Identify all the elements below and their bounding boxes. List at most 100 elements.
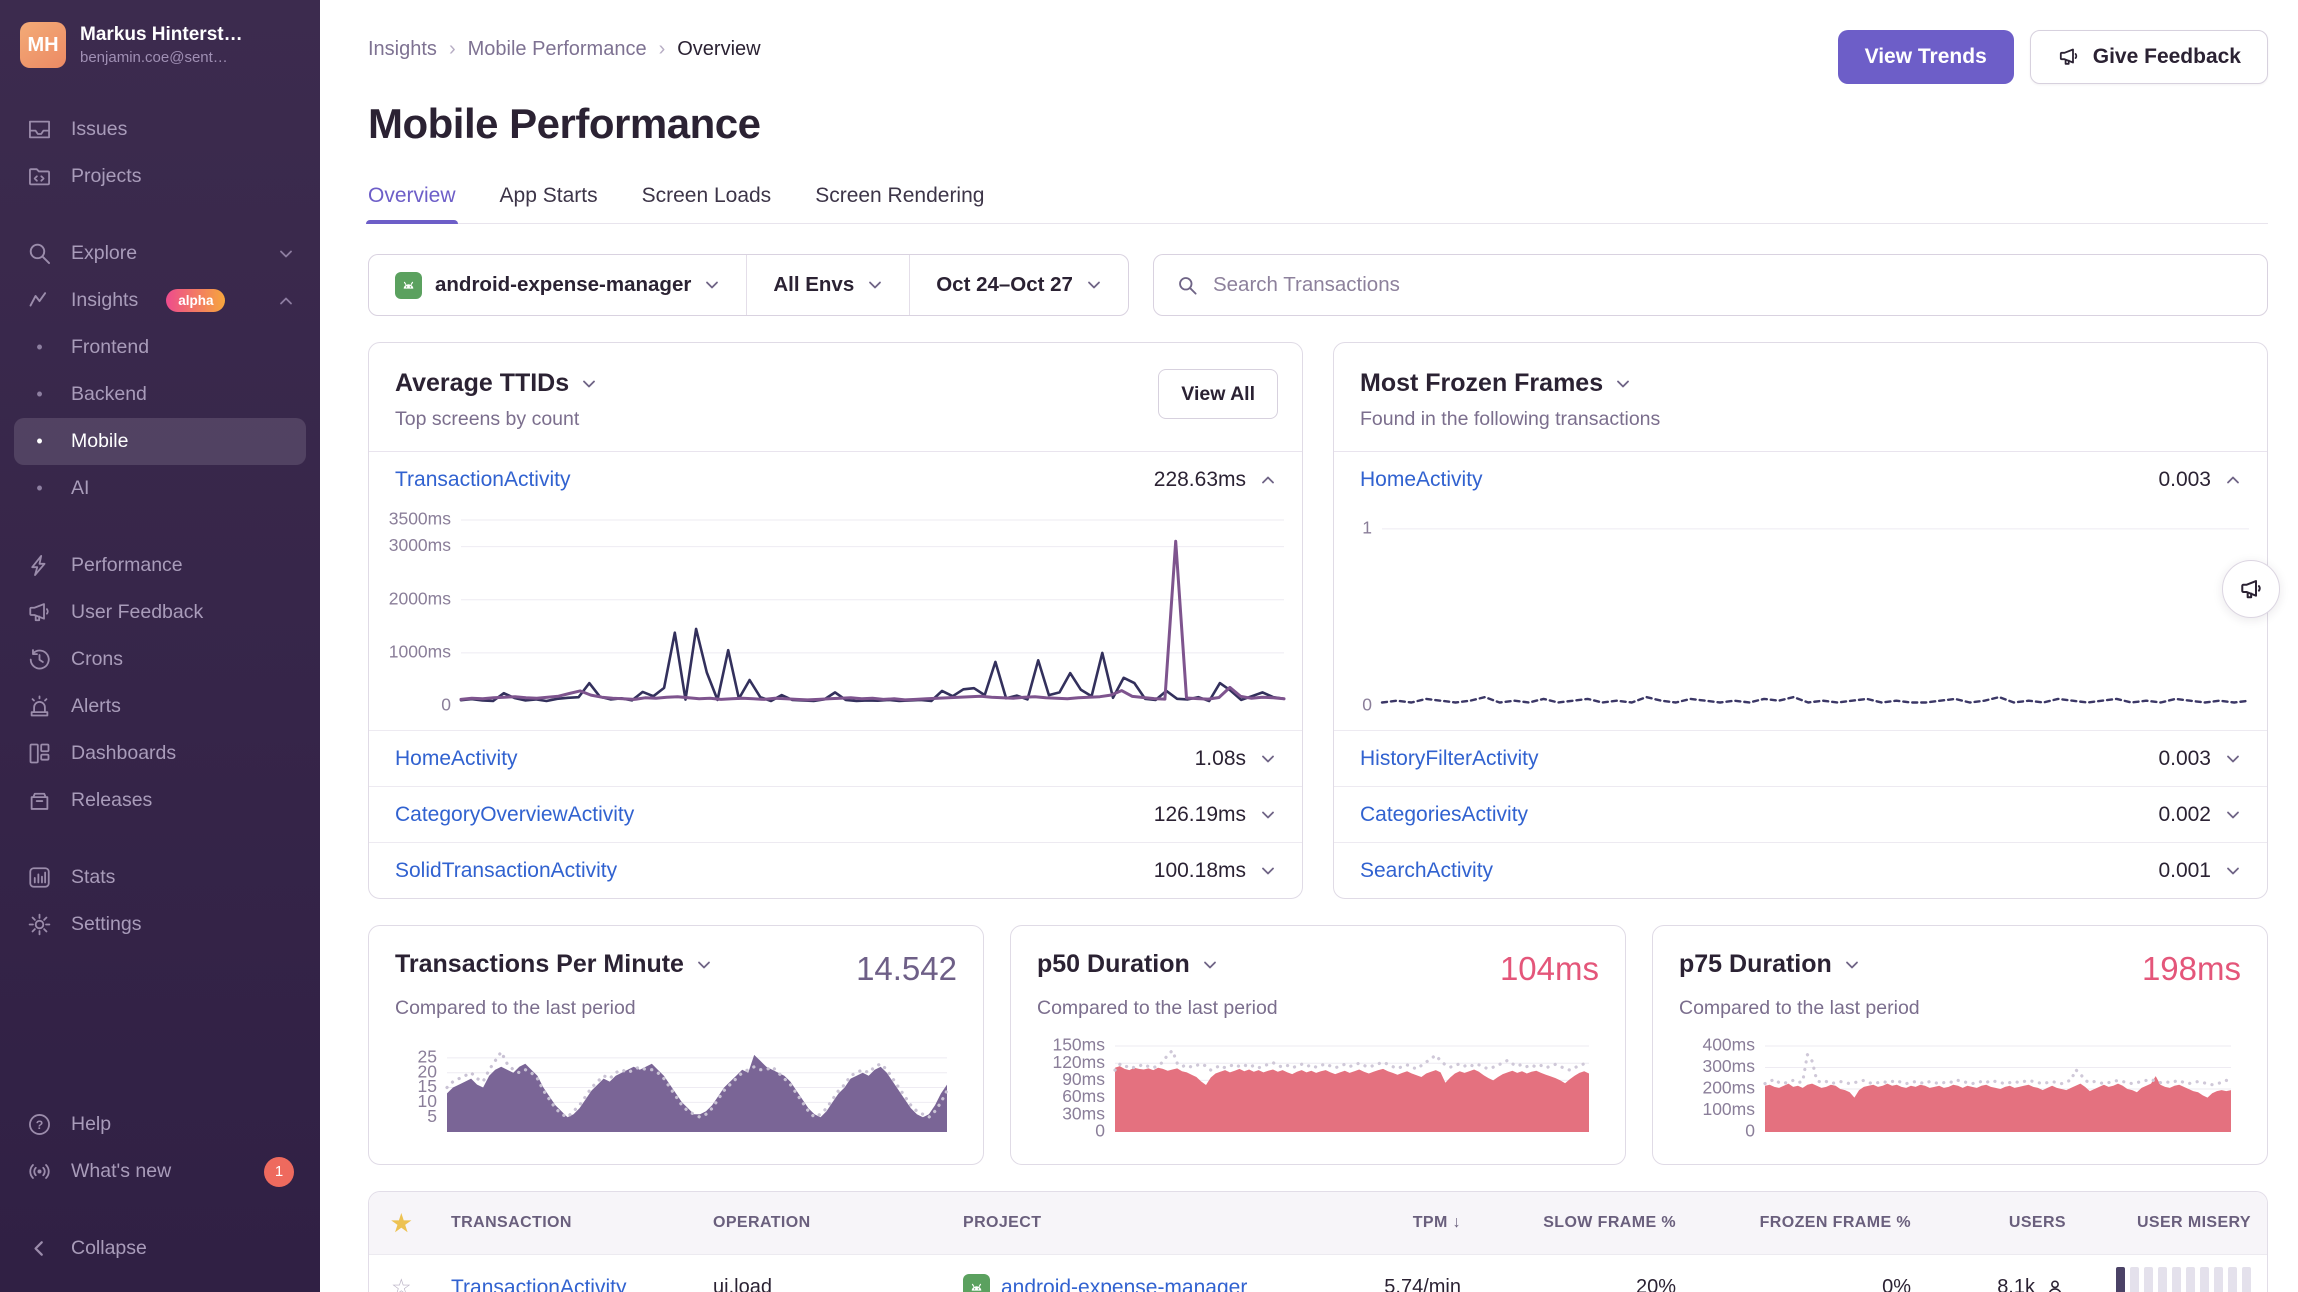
tpm-card-title[interactable]: Transactions Per Minute bbox=[395, 950, 712, 979]
ttid-row-home-activity[interactable]: HomeActivity 1.08s bbox=[369, 730, 1302, 786]
chevron-down-icon[interactable] bbox=[1260, 863, 1276, 879]
transactions-per-minute-card: Transactions Per Minute 14.542 Compared … bbox=[368, 925, 984, 1165]
sidebar-collapse-button[interactable]: Collapse bbox=[14, 1225, 306, 1272]
view-all-button[interactable]: View All bbox=[1158, 369, 1278, 419]
sidebar-footer: ? Help What's new 1 Collapse bbox=[14, 1101, 306, 1272]
p50-card-title[interactable]: p50 Duration bbox=[1037, 950, 1218, 979]
breadcrumb-mobile-performance[interactable]: Mobile Performance bbox=[468, 38, 647, 61]
frozen-row-home-activity[interactable]: HomeActivity 0.003 bbox=[1334, 452, 2267, 508]
most-frozen-frames-title[interactable]: Most Frozen Frames bbox=[1360, 369, 2241, 398]
col-tpm-sort[interactable]: TPM ↓ bbox=[1307, 1214, 1477, 1232]
favorite-star-icon[interactable]: ☆ bbox=[369, 1274, 435, 1292]
projects-icon bbox=[26, 163, 53, 190]
chevron-down-icon bbox=[1844, 957, 1860, 973]
tab-screen-rendering[interactable]: Screen Rendering bbox=[815, 184, 984, 223]
sidebar-item-insights[interactable]: Insights alpha bbox=[14, 277, 306, 324]
sidebar-item-crons[interactable]: Crons bbox=[14, 636, 306, 683]
p50-duration-card: p50 Duration 104ms Compared to the last … bbox=[1010, 925, 1626, 1165]
breadcrumb-overview: Overview bbox=[677, 38, 760, 61]
sidebar-item-whats-new[interactable]: What's new 1 bbox=[14, 1148, 306, 1195]
p50-value: 104ms bbox=[1500, 950, 1599, 988]
floating-feedback-button[interactable] bbox=[2222, 560, 2280, 618]
transaction-link[interactable]: HistoryFilterActivity bbox=[1360, 747, 1539, 771]
average-ttids-panel: Average TTIDs Top screens by count View … bbox=[368, 342, 1303, 899]
sidebar-item-help[interactable]: ? Help bbox=[14, 1101, 306, 1148]
p50-subtitle: Compared to the last period bbox=[1037, 997, 1599, 1020]
tpm-cell: 5.74/min bbox=[1307, 1276, 1477, 1292]
ttid-row-solid-transaction-activity[interactable]: SolidTransactionActivity 100.18ms bbox=[369, 842, 1302, 898]
search-transactions-input[interactable] bbox=[1213, 273, 2245, 297]
transaction-link[interactable]: HomeActivity bbox=[395, 747, 518, 771]
p75-card-title[interactable]: p75 Duration bbox=[1679, 950, 1860, 979]
give-feedback-button[interactable]: Give Feedback bbox=[2030, 30, 2268, 84]
frozen-row-history-filter-activity[interactable]: HistoryFilterActivity 0.003 bbox=[1334, 730, 2267, 786]
sidebar-item-user-feedback[interactable]: User Feedback bbox=[14, 589, 306, 636]
view-trends-button[interactable]: View Trends bbox=[1838, 30, 2014, 84]
breadcrumb-insights[interactable]: Insights bbox=[368, 38, 437, 61]
transaction-link[interactable]: CategoriesActivity bbox=[1360, 803, 1528, 827]
transaction-link[interactable]: SolidTransactionActivity bbox=[395, 859, 617, 883]
sidebar-item-mobile[interactable]: Mobile bbox=[14, 418, 306, 465]
tab-screen-loads[interactable]: Screen Loads bbox=[642, 184, 772, 223]
chevron-down-icon[interactable] bbox=[2225, 751, 2241, 767]
search-icon bbox=[1176, 274, 1199, 297]
sidebar-item-frontend[interactable]: Frontend bbox=[14, 324, 306, 371]
sidebar-item-ai[interactable]: AI bbox=[14, 465, 306, 512]
chevron-down-icon[interactable] bbox=[1260, 807, 1276, 823]
chevron-up-icon[interactable] bbox=[2225, 472, 2241, 488]
transaction-link[interactable]: TransactionActivity bbox=[395, 468, 570, 492]
ttid-row-transaction-activity[interactable]: TransactionActivity 228.63ms bbox=[369, 452, 1302, 508]
user-menu[interactable]: MH Markus Hinterst… benjamin.coe@sent… bbox=[14, 16, 306, 76]
chevron-down-icon[interactable] bbox=[2225, 807, 2241, 823]
svg-text:3500ms: 3500ms bbox=[389, 510, 452, 529]
broadcast-icon bbox=[26, 1158, 53, 1185]
sidebar-item-settings[interactable]: Settings bbox=[14, 901, 306, 948]
users-cell: 8.1k bbox=[1927, 1276, 2082, 1292]
frozen-row-search-activity[interactable]: SearchActivity 0.001 bbox=[1334, 842, 2267, 898]
tpm-subtitle: Compared to the last period bbox=[395, 997, 957, 1020]
tab-overview[interactable]: Overview bbox=[368, 184, 456, 223]
environment-selector[interactable]: All Envs bbox=[747, 255, 910, 315]
sidebar-item-explore[interactable]: Explore bbox=[14, 230, 306, 277]
chevron-down-icon bbox=[704, 277, 720, 293]
date-range-selector[interactable]: Oct 24–Oct 27 bbox=[910, 255, 1128, 315]
frozen-row-categories-activity[interactable]: CategoriesActivity 0.002 bbox=[1334, 786, 2267, 842]
sidebar-item-alerts[interactable]: Alerts bbox=[14, 683, 306, 730]
transaction-link[interactable]: SearchActivity bbox=[1360, 859, 1493, 883]
transaction-link[interactable]: HomeActivity bbox=[1360, 468, 1483, 492]
ttid-row-category-overview-activity[interactable]: CategoryOverviewActivity 126.19ms bbox=[369, 786, 1302, 842]
sidebar-nav: Issues Projects Explore Insights alpha F… bbox=[14, 106, 306, 948]
transaction-link[interactable]: CategoryOverviewActivity bbox=[395, 803, 634, 827]
archive-icon bbox=[26, 787, 53, 814]
p75-value: 198ms bbox=[2142, 950, 2241, 988]
sidebar-item-backend[interactable]: Backend bbox=[14, 371, 306, 418]
chevron-down-icon[interactable] bbox=[2225, 863, 2241, 879]
sidebar-item-projects[interactable]: Projects bbox=[14, 153, 306, 200]
chevron-down-icon[interactable] bbox=[1260, 751, 1276, 767]
chevron-up-icon bbox=[278, 293, 294, 309]
svg-text:0: 0 bbox=[441, 695, 451, 715]
sidebar-item-dashboards[interactable]: Dashboards bbox=[14, 730, 306, 777]
bullet-icon bbox=[26, 337, 53, 358]
issues-icon bbox=[26, 116, 53, 143]
slow-frame-cell: 20% bbox=[1477, 1276, 1692, 1292]
col-users: USERS bbox=[1927, 1214, 2082, 1232]
sidebar-item-stats[interactable]: Stats bbox=[14, 854, 306, 901]
sidebar-item-issues[interactable]: Issues bbox=[14, 106, 306, 153]
chevron-down-icon bbox=[867, 277, 883, 293]
svg-text:90ms: 90ms bbox=[1062, 1069, 1105, 1089]
svg-text:1000ms: 1000ms bbox=[389, 641, 452, 661]
project-link[interactable]: android-expense-manager bbox=[1001, 1276, 1247, 1292]
average-ttids-title[interactable]: Average TTIDs bbox=[395, 369, 1276, 398]
bullet-icon bbox=[26, 384, 53, 405]
bullet-icon bbox=[26, 478, 53, 499]
chevron-up-icon[interactable] bbox=[1260, 472, 1276, 488]
sidebar-item-performance[interactable]: Performance bbox=[14, 542, 306, 589]
siren-icon bbox=[26, 693, 53, 720]
svg-text:60ms: 60ms bbox=[1062, 1086, 1105, 1106]
sidebar-item-releases[interactable]: Releases bbox=[14, 777, 306, 824]
project-selector[interactable]: android-expense-manager bbox=[369, 255, 747, 315]
transaction-link[interactable]: TransactionActivity bbox=[451, 1276, 626, 1292]
p75-area-chart: 0100ms200ms300ms400ms bbox=[1679, 1036, 2241, 1148]
tab-app-starts[interactable]: App Starts bbox=[500, 184, 598, 223]
